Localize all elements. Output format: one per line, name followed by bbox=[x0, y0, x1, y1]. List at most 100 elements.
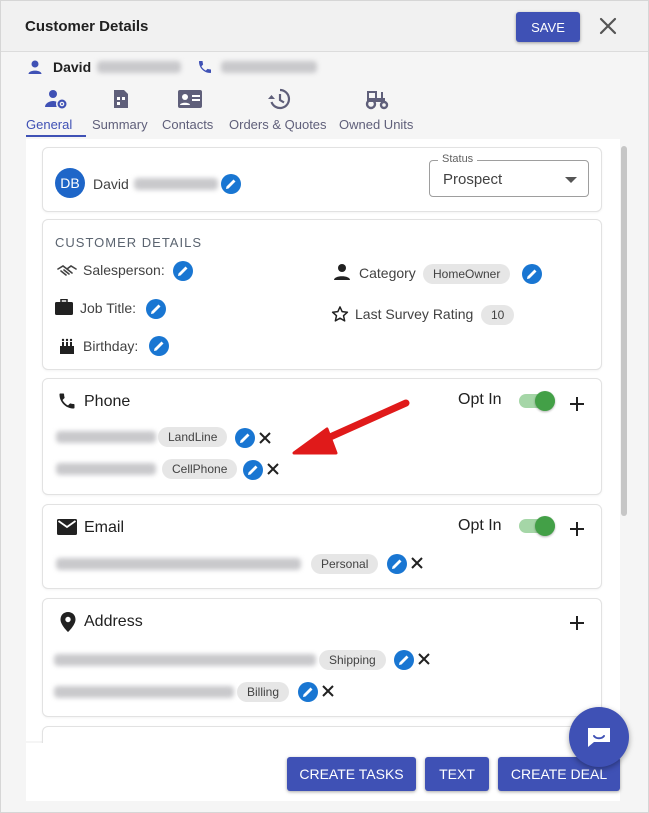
text-button[interactable]: TEXT bbox=[425, 757, 489, 791]
survey-rating-chip: 10 bbox=[481, 305, 515, 325]
email-card bbox=[42, 504, 602, 589]
cake-icon bbox=[60, 338, 74, 354]
pencil-icon bbox=[240, 433, 250, 443]
toggle-knob bbox=[535, 391, 555, 411]
address-redacted bbox=[54, 654, 316, 666]
create-tasks-button[interactable]: CREATE TASKS bbox=[287, 757, 416, 791]
edit-name-button[interactable] bbox=[221, 174, 241, 194]
delete-phone-icon[interactable] bbox=[258, 431, 272, 445]
tab-owned-units[interactable]: Owned Units bbox=[339, 87, 415, 135]
tab-summary[interactable]: Summary bbox=[92, 87, 150, 135]
customer-summary-bar: David bbox=[27, 56, 318, 78]
category-chip: HomeOwner bbox=[423, 264, 511, 284]
tab-general-label: General bbox=[26, 117, 73, 132]
active-tab-indicator bbox=[26, 135, 86, 137]
address-heading: Address bbox=[84, 613, 143, 630]
email-address-redacted bbox=[56, 558, 301, 570]
delete-email-icon[interactable] bbox=[410, 556, 424, 570]
edit-address-button[interactable] bbox=[298, 682, 318, 702]
phone-number-redacted bbox=[56, 431, 156, 443]
delete-address-icon[interactable] bbox=[417, 652, 431, 666]
phone-opt-in-toggle[interactable] bbox=[519, 391, 555, 411]
edit-phone-button[interactable] bbox=[243, 460, 263, 480]
pencil-icon bbox=[248, 465, 258, 475]
chat-smile-icon bbox=[588, 728, 610, 747]
edit-address-button[interactable] bbox=[394, 650, 414, 670]
phone-opt-in-label: Opt In bbox=[458, 391, 502, 408]
address-type-chip: Shipping bbox=[319, 650, 386, 670]
avatar: DB bbox=[55, 168, 85, 198]
profile-first-name: David bbox=[93, 176, 129, 192]
address-redacted bbox=[54, 686, 234, 698]
pencil-icon bbox=[154, 341, 164, 351]
scrollbar-thumb[interactable] bbox=[621, 146, 627, 516]
pencil-icon bbox=[527, 269, 537, 279]
person-icon bbox=[28, 60, 42, 74]
edit-email-button[interactable] bbox=[387, 554, 407, 574]
category-label: Category bbox=[359, 265, 416, 281]
close-icon[interactable] bbox=[597, 15, 619, 37]
survey-rating-label: Last Survey Rating bbox=[355, 306, 474, 322]
pencil-icon bbox=[178, 266, 188, 276]
edit-phone-button[interactable] bbox=[235, 428, 255, 448]
email-heading: Email bbox=[84, 519, 125, 536]
customer-first-name: David bbox=[53, 59, 92, 75]
delete-phone-icon[interactable] bbox=[266, 462, 280, 476]
person-gear-icon bbox=[45, 90, 67, 109]
status-value: Prospect bbox=[443, 171, 503, 188]
edit-salesperson-button[interactable] bbox=[173, 261, 193, 281]
document-icon bbox=[114, 90, 128, 108]
phone-icon bbox=[199, 61, 212, 73]
pencil-icon bbox=[226, 179, 236, 189]
chat-launcher-button[interactable] bbox=[569, 707, 629, 767]
customer-phone-redacted bbox=[221, 61, 318, 73]
person-icon bbox=[334, 264, 350, 280]
save-button[interactable]: SAVE bbox=[516, 12, 580, 42]
tab-owned-units-label: Owned Units bbox=[339, 117, 414, 132]
add-address-icon[interactable] bbox=[569, 615, 585, 631]
add-phone-icon[interactable] bbox=[569, 396, 585, 412]
customer-details-dialog: Customer Details SAVE David General Summ… bbox=[0, 0, 649, 813]
tab-summary-label: Summary bbox=[92, 117, 148, 132]
pencil-icon bbox=[399, 655, 409, 665]
job-title-label: Job Title: bbox=[80, 300, 137, 316]
phone-heading: Phone bbox=[84, 393, 131, 410]
pencil-icon bbox=[151, 304, 161, 314]
toggle-knob bbox=[535, 516, 555, 536]
add-email-icon[interactable] bbox=[569, 521, 585, 537]
edit-category-button[interactable] bbox=[522, 264, 542, 284]
customer-details-heading: CUSTOMER DETAILS bbox=[55, 235, 202, 250]
dialog-footer: CREATE TASKS TEXT CREATE DEAL bbox=[26, 743, 620, 801]
pencil-icon bbox=[303, 687, 313, 697]
email-type-chip: Personal bbox=[311, 554, 379, 574]
contact-card-icon bbox=[178, 90, 202, 108]
pencil-icon bbox=[392, 559, 402, 569]
tab-orders-quotes[interactable]: Orders & Quotes bbox=[229, 87, 329, 135]
edit-birthday-button[interactable] bbox=[149, 336, 169, 356]
edit-job-title-button[interactable] bbox=[146, 299, 166, 319]
status-legend: Status bbox=[438, 153, 478, 165]
caret-down-icon bbox=[565, 177, 577, 183]
tab-contacts-label: Contacts bbox=[162, 117, 214, 132]
email-icon bbox=[57, 519, 77, 535]
briefcase-icon bbox=[55, 299, 73, 315]
tab-general[interactable]: General bbox=[26, 87, 86, 137]
phone-icon bbox=[59, 393, 75, 409]
address-type-chip: Billing bbox=[237, 682, 290, 702]
dialog-header: Customer Details SAVE bbox=[1, 1, 648, 52]
profile-last-name-redacted bbox=[134, 178, 218, 190]
phone-number-redacted bbox=[56, 463, 156, 475]
status-select[interactable]: Status Prospect bbox=[429, 153, 589, 197]
phone-type-chip: LandLine bbox=[158, 427, 228, 447]
star-outline-icon bbox=[331, 306, 349, 322]
location-pin-icon bbox=[60, 612, 76, 632]
tractor-icon bbox=[365, 91, 389, 110]
delete-address-icon[interactable] bbox=[321, 684, 335, 698]
history-icon bbox=[268, 88, 291, 110]
email-opt-in-label: Opt In bbox=[458, 517, 502, 534]
salesperson-label: Salesperson: bbox=[83, 262, 165, 278]
dialog-title: Customer Details bbox=[25, 18, 149, 35]
tab-contacts[interactable]: Contacts bbox=[162, 87, 218, 135]
email-opt-in-toggle[interactable] bbox=[519, 516, 555, 536]
birthday-label: Birthday: bbox=[83, 338, 139, 354]
